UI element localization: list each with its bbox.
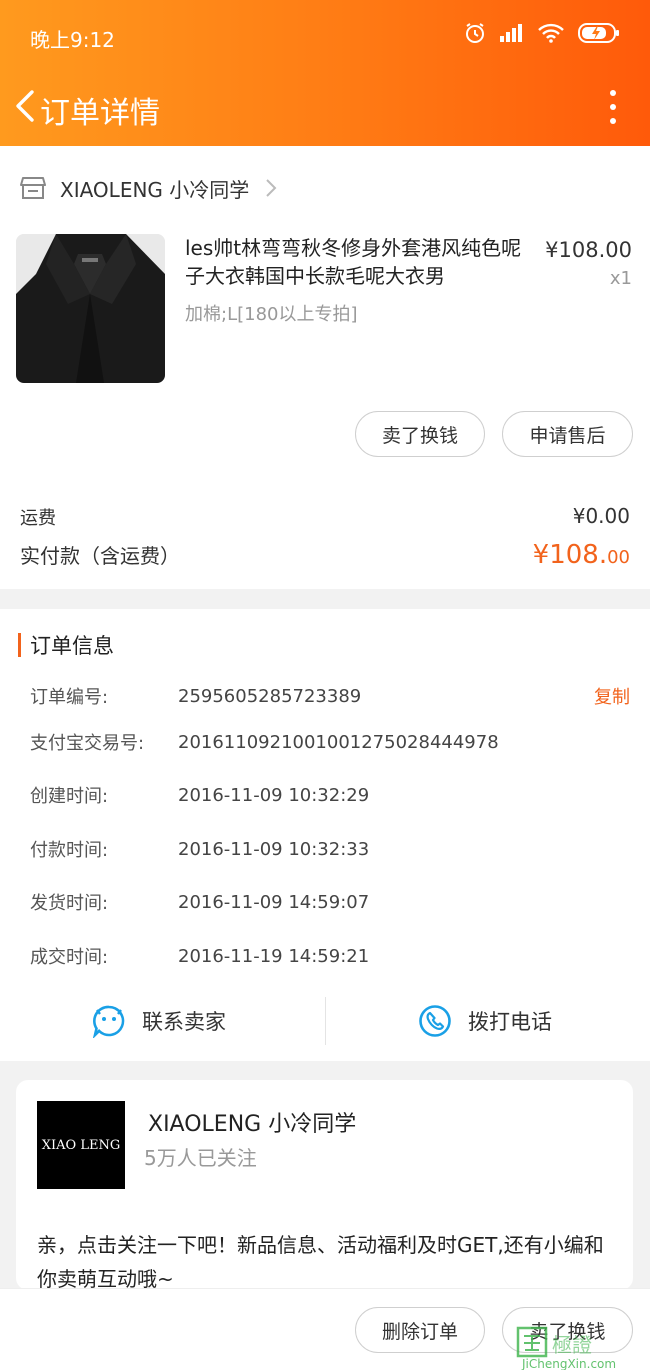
paid-amount-cents: 00 xyxy=(607,547,630,568)
watermark-text: JiChengXin.com xyxy=(521,1357,616,1370)
shop-name: XIAOLENG 小冷同学 xyxy=(60,177,250,202)
product-title[interactable]: les帅t林弯弯秋冬修身外套港风纯色呢子大衣韩国中长款毛呢大衣男 xyxy=(185,234,525,290)
order-product-card: XIAOLENG 小冷同学 les帅t林弯弯秋冬修身外套港风纯色呢子大衣韩国中长… xyxy=(0,146,650,589)
paid-amount-main: ¥108. xyxy=(532,540,608,570)
copy-button[interactable]: 复制 xyxy=(594,683,630,709)
store-logo[interactable]: XIAO LENG xyxy=(37,1101,125,1189)
info-label: 成交时间: xyxy=(30,947,109,968)
phone-icon xyxy=(419,1005,451,1037)
order-info-heading: 订单信息 xyxy=(18,631,114,659)
contact-seller-label: 联系卖家 xyxy=(142,1010,226,1034)
product-image[interactable] xyxy=(16,234,165,383)
app-header: 晚上9:12 订单详情 xyxy=(0,0,650,146)
page-title: 订单详情 xyxy=(40,96,160,131)
alarm-icon xyxy=(466,23,484,43)
bottom-action-bar: 删除订单 卖了换钱 極證 JiChengXin.com xyxy=(0,1288,650,1372)
watermark-logo: 極證 JiChengXin.com xyxy=(516,1326,616,1370)
status-icons xyxy=(464,22,620,44)
product-price: ¥108.00 xyxy=(545,238,632,262)
info-value: 2016-11-09 10:32:29 xyxy=(178,784,370,806)
order-info-title: 订单信息 xyxy=(30,634,114,658)
info-row-completed: 成交时间: 2016-11-19 14:59:21 xyxy=(30,942,369,970)
order-info-card: 订单信息 订单编号: 2595605285723389 复制 支付宝交易号: 201… xyxy=(0,609,650,1061)
svg-text:極證: 極證 xyxy=(552,1333,592,1357)
info-row-order-no: 订单编号: 2595605285723389 xyxy=(30,682,361,710)
wifi-icon xyxy=(538,23,564,43)
contact-seller-button[interactable]: 联系卖家 xyxy=(92,993,226,1049)
info-label: 创建时间: xyxy=(30,786,109,807)
more-menu-icon[interactable] xyxy=(606,90,620,124)
call-phone-label: 拨打电话 xyxy=(468,1010,552,1034)
contact-divider xyxy=(325,997,326,1045)
product-spec: 加棉;L[180以上专拍] xyxy=(185,304,358,325)
shipping-label: 运费 xyxy=(20,508,56,529)
info-label: 付款时间: xyxy=(30,840,109,861)
chevron-right-icon xyxy=(266,179,277,197)
info-value: 2595605285723389 xyxy=(178,685,362,707)
info-row-shipped: 发货时间: 2016-11-09 14:59:07 xyxy=(30,888,369,916)
info-value: 2016110921001001275028444978 xyxy=(178,731,499,753)
info-label: 发货时间: xyxy=(30,893,109,914)
store-follow-card: XIAO LENG XIAOLENG 小冷同学 5万人已关注 亲，点击关注一下吧… xyxy=(16,1080,633,1291)
info-value: 2016-11-19 14:59:21 xyxy=(178,945,370,967)
battery-charging-icon xyxy=(578,23,619,43)
section-accent-bar xyxy=(18,633,21,657)
info-value: 2016-11-09 14:59:07 xyxy=(178,891,370,913)
store-followers: 5万人已关注 xyxy=(144,1146,257,1170)
status-time: 晚上9:12 xyxy=(30,28,115,52)
nav-bar: 订单详情 xyxy=(0,72,650,146)
call-phone-button[interactable]: 拨打电话 xyxy=(418,993,552,1049)
info-value: 2016-11-09 10:32:33 xyxy=(178,838,370,860)
store-name[interactable]: XIAOLENG 小冷同学 xyxy=(148,1106,356,1138)
info-row-alipay-no: 支付宝交易号: 2016110921001001275028444978 xyxy=(30,728,499,756)
shipping-value: ¥0.00 xyxy=(572,504,630,528)
shop-link[interactable]: XIAOLENG 小冷同学 xyxy=(20,172,277,204)
info-row-paid: 付款时间: 2016-11-09 10:32:33 xyxy=(30,835,369,863)
delete-order-button[interactable]: 删除订单 xyxy=(355,1307,485,1353)
store-icon xyxy=(20,177,46,199)
info-row-created: 创建时间: 2016-11-09 10:32:29 xyxy=(30,781,369,809)
info-label: 订单编号: xyxy=(30,687,109,708)
sell-for-cash-button[interactable]: 卖了换钱 xyxy=(355,411,485,457)
store-message: 亲，点击关注一下吧！新品信息、活动福利及时GET,还有小编和你卖萌互动哦~ xyxy=(37,1233,604,1291)
paid-label: 实付款（含运费） xyxy=(20,544,180,568)
info-label: 支付宝交易号: xyxy=(30,733,145,754)
signal-icon xyxy=(500,24,522,42)
product-quantity: x1 xyxy=(609,268,632,289)
apply-aftersale-button[interactable]: 申请售后 xyxy=(502,411,633,457)
paid-amount: ¥108.00 xyxy=(533,540,630,570)
status-bar: 晚上9:12 xyxy=(0,0,650,72)
chat-face-icon xyxy=(92,1005,125,1038)
